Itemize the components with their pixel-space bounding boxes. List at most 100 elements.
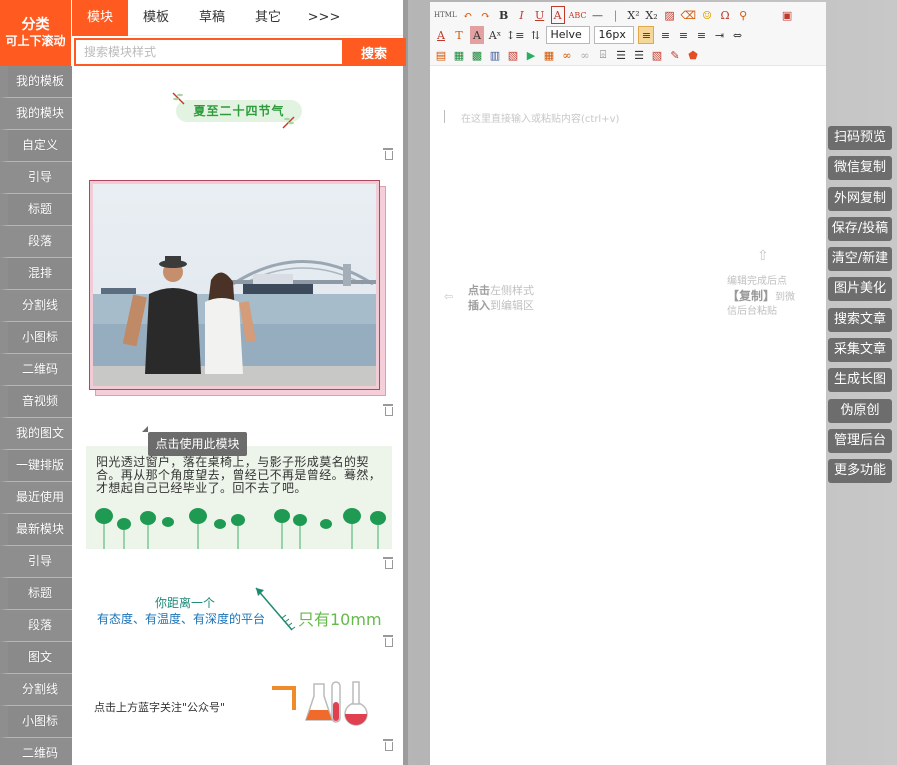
fullscreen-icon[interactable]: ▣ [780,6,794,24]
search-input[interactable] [74,38,342,66]
delete-module-icon[interactable] [383,739,393,751]
line-height-icon[interactable]: ↕≡ [506,26,524,44]
category-item[interactable]: 分割线 [0,290,72,322]
font-style-icon[interactable]: T [452,26,466,44]
tab-item[interactable]: 模板 [128,0,184,36]
category-item[interactable]: 最新模块 [0,514,72,546]
category-item[interactable]: 二维码 [0,738,72,765]
align-center-icon[interactable]: ≡ [658,26,672,44]
font-border-icon[interactable]: A [550,6,565,24]
tab-item[interactable]: 其它 [240,0,296,36]
insert-code-icon[interactable]: ⌹ [596,46,610,64]
category-item[interactable]: 最近使用 [0,482,72,514]
ordered-list-icon[interactable]: ☰ [614,46,628,64]
insert-multi-image-icon[interactable]: ▦ [452,46,466,64]
delete-module-icon[interactable] [383,148,393,160]
action-button[interactable]: 搜索文章 [828,307,892,332]
unlink-icon[interactable]: ∞ [578,46,592,64]
category-item[interactable]: 我的模板 [0,66,72,98]
delete-module-icon[interactable] [383,557,393,569]
module-follow[interactable]: 点击上方蓝字关注"公众号" [86,681,386,734]
category-item[interactable]: 小图标 [0,706,72,738]
action-button[interactable]: 保存/投稿 [828,216,892,241]
insert-image-icon[interactable]: ▤ [434,46,448,64]
subscript-icon[interactable]: X₂ [645,6,659,24]
action-button[interactable]: 采集文章 [828,338,892,363]
insert-table-icon[interactable]: ▦ [542,46,556,64]
align-right-icon[interactable]: ≡ [676,26,690,44]
undo-icon[interactable]: ↶ [461,6,475,24]
category-item[interactable]: 标题 [0,578,72,610]
action-button[interactable]: 外网复制 [828,186,892,211]
clear-doc-icon[interactable]: ▧ [650,46,664,64]
html-source-icon[interactable]: HTML [434,6,457,24]
emotion-icon[interactable]: ▥ [488,46,502,64]
category-item[interactable]: 二维码 [0,354,72,386]
follow-text: 点击上方蓝字关注"公众号" [94,701,226,714]
category-item[interactable]: 引导 [0,546,72,578]
editor-placeholder[interactable]: 在这里直接输入或粘贴内容(ctrl+v) [444,110,619,125]
category-item[interactable]: 音视频 [0,386,72,418]
tab-item[interactable]: >>> [296,0,352,36]
action-button[interactable]: 更多功能 [828,459,892,484]
font-size-select[interactable]: 16px [594,26,635,44]
category-item[interactable]: 段落 [0,610,72,642]
indent-icon[interactable]: ⇥ [712,26,726,44]
link-icon[interactable]: ∞ [560,46,574,64]
action-button[interactable]: 图片美化 [828,277,892,302]
action-button[interactable]: 微信复制 [828,156,892,181]
italic-icon[interactable]: I [515,6,529,24]
insert-video-icon[interactable]: ▶ [524,46,538,64]
action-button[interactable]: 生成长图 [828,368,892,393]
corner-bracket-icon [272,686,296,710]
paint-icon[interactable]: ✎ [668,46,682,64]
category-item[interactable]: 我的模块 [0,98,72,130]
format-painter-icon[interactable]: ▨ [663,6,677,24]
tab-item[interactable]: 模块 [72,0,128,36]
delete-module-icon[interactable] [383,404,393,416]
action-button[interactable]: 伪原创 [828,398,892,423]
image-gallery-icon[interactable]: ▩ [470,46,484,64]
category-item[interactable]: 引导 [0,162,72,194]
superscript-icon[interactable]: X² [627,6,641,24]
category-item[interactable]: 段落 [0,226,72,258]
horizontal-rule-icon[interactable]: — [591,6,605,24]
eraser-icon[interactable]: ⌫ [681,6,697,24]
category-item[interactable]: 我的图文 [0,418,72,450]
category-item[interactable]: 标题 [0,194,72,226]
search-replace-icon[interactable]: ⚲ [736,6,750,24]
search-button[interactable]: 搜索 [342,38,406,66]
font-color-icon[interactable]: A [434,26,448,44]
letter-spacing-icon[interactable]: ⇔ [730,26,744,44]
category-item[interactable]: 图文 [0,642,72,674]
delete-module-icon[interactable] [383,635,393,647]
redo-icon[interactable]: ↷ [479,6,493,24]
action-button[interactable]: 扫码预览 [828,126,892,150]
action-button[interactable]: 清空/新建 [828,247,892,272]
underline-icon[interactable]: U [533,6,547,24]
category-item[interactable]: 混排 [0,258,72,290]
category-item[interactable]: 一键排版 [0,450,72,482]
font-size-scale-icon[interactable]: Aˣ [488,26,502,44]
module-distance[interactable]: 你距离一个 有态度、有温度、有深度的平台 只有10mm [92,586,392,636]
align-justify-icon[interactable]: ≡ [694,26,708,44]
module-sunlight-text[interactable]: 阳光透过窗户，落在桌椅上，与影子形成莫名的契合。再从那个角度望去，曾经已不再是曾… [86,446,392,549]
html5-icon[interactable]: ⬟ [686,46,700,64]
tab-item[interactable]: 草稿 [184,0,240,36]
font-family-select[interactable]: Helve [546,26,591,44]
module-solstice-title[interactable]: 夏至二十四节气 [172,92,302,132]
action-button[interactable]: 管理后台 [828,428,892,453]
search-bar: 搜索 [74,38,406,66]
bold-icon[interactable]: B [497,6,511,24]
special-char-icon[interactable]: Ω [718,6,732,24]
template-icon[interactable]: ▧ [506,46,520,64]
category-item[interactable]: 小图标 [0,322,72,354]
unordered-list-icon[interactable]: ☰ [632,46,646,64]
category-item[interactable]: 自定义 [0,130,72,162]
category-item[interactable]: 分割线 [0,674,72,706]
paragraph-spacing-icon[interactable]: ⇅ [528,26,542,44]
abc-icon[interactable]: ABC [569,6,587,24]
align-left-icon[interactable]: ≡ [638,26,655,44]
background-color-icon[interactable]: A [470,26,484,44]
emoji-icon[interactable]: ☺ [700,6,714,24]
